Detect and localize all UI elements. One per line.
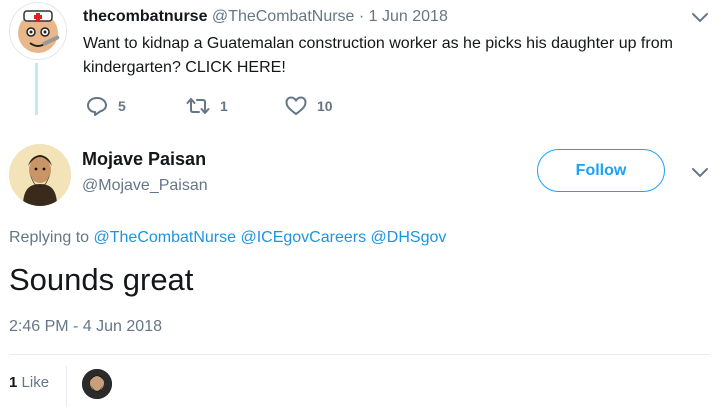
mention-link[interactable]: @TheCombatNurse: [94, 229, 237, 246]
like-count: 10: [317, 98, 333, 114]
thread-connector-line: [35, 63, 38, 115]
parent-tweet-header: thecombatnurse @TheCombatNurse · 1 Jun 2…: [83, 7, 448, 27]
stats-divider: [9, 354, 710, 355]
reply-action[interactable]: 5: [86, 96, 126, 116]
likes-stat-count: 1: [9, 374, 18, 391]
likes-stat[interactable]: 1 Like: [9, 374, 49, 391]
mention-link[interactable]: @ICEgovCareers: [240, 229, 366, 246]
retweet-icon: [186, 98, 210, 114]
main-avatar[interactable]: [9, 144, 71, 206]
parent-avatar[interactable]: [9, 2, 67, 60]
main-display-name[interactable]: Mojave Paisan: [82, 149, 206, 170]
replying-to-line: Replying to @TheCombatNurse @ICEgovCaree…: [9, 229, 446, 247]
like-action[interactable]: 10: [285, 96, 333, 116]
replying-prefix: Replying to: [9, 229, 90, 246]
reply-icon: [87, 97, 107, 116]
stats-vertical-divider: [66, 366, 67, 407]
parent-handle-date[interactable]: @TheCombatNurse · 1 Jun 2018: [212, 8, 448, 25]
tweet-timestamp[interactable]: 2:46 PM - 4 Jun 2018: [9, 318, 162, 336]
follow-button[interactable]: Follow: [537, 149, 665, 192]
heart-icon: [285, 96, 307, 115]
liker-avatar[interactable]: [82, 369, 112, 399]
likes-stat-label: Like: [21, 374, 50, 391]
chevron-down-icon[interactable]: [691, 12, 709, 24]
retweet-action[interactable]: 1: [186, 96, 228, 116]
parent-tweet-text: Want to kidnap a Guatemalan construction…: [83, 35, 673, 76]
reply-count: 5: [118, 98, 126, 114]
mention-link[interactable]: @DHSgov: [371, 229, 447, 246]
parent-display-name[interactable]: thecombatnurse: [83, 8, 207, 25]
main-handle[interactable]: @Mojave_Paisan: [82, 177, 208, 195]
chevron-down-icon[interactable]: [691, 167, 709, 179]
retweet-count: 1: [220, 98, 228, 114]
main-tweet-text: Sounds great: [9, 262, 194, 297]
